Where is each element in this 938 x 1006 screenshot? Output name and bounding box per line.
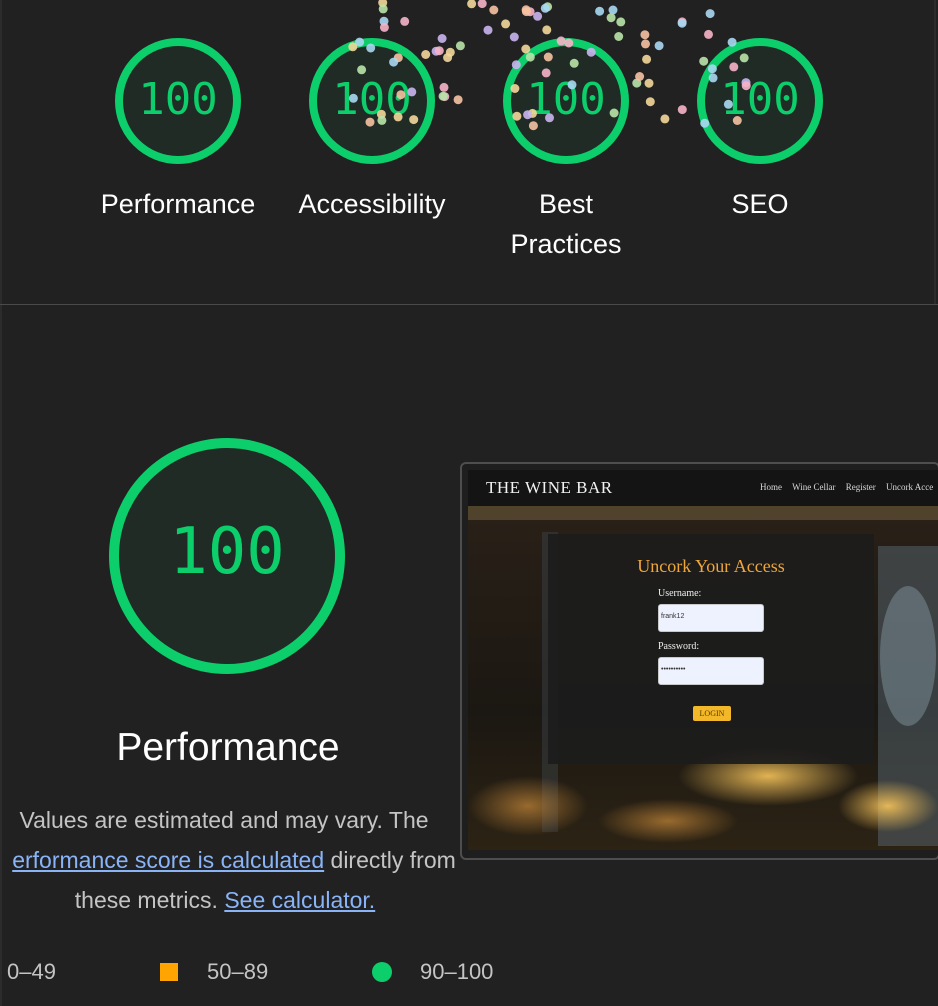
confetti-dot xyxy=(489,5,499,15)
confetti-dot xyxy=(379,22,389,32)
confetti-dot xyxy=(477,0,487,9)
description-text: directly from xyxy=(324,847,456,873)
gauge-label-best-practices[interactable]: Best Practices xyxy=(466,184,666,264)
legend-average: 50–89 xyxy=(207,958,307,986)
confetti-dot xyxy=(379,16,389,26)
confetti-dot xyxy=(455,41,465,51)
main-gauge-score: 100 xyxy=(169,515,285,589)
confetti-dot xyxy=(378,4,388,14)
gauge-score: 100 xyxy=(138,74,218,125)
final-screenshot: THE WINE BAR Home Wine Cellar Register U… xyxy=(468,470,938,850)
performance-title: Performance xyxy=(116,726,340,769)
confetti-dot xyxy=(632,78,642,88)
confetti-dot xyxy=(521,7,531,17)
confetti-dot xyxy=(641,39,650,49)
site-nav-links: Home Wine Cellar Register Uncork Acce xyxy=(760,482,938,492)
confetti-dot xyxy=(445,47,455,57)
password-field: •••••••••• xyxy=(658,657,764,685)
description-line: erformance score is calculated directly … xyxy=(0,840,468,880)
label-line: Practices xyxy=(510,229,622,259)
confetti-dot xyxy=(378,0,388,8)
username-field: frank12 xyxy=(658,604,764,632)
gauge-score: 100 xyxy=(720,74,800,125)
confetti-dot xyxy=(521,5,531,15)
confetti-dot xyxy=(644,78,654,88)
performance-gauge[interactable]: 100 xyxy=(113,36,243,166)
legend-pass: 90–100 xyxy=(420,958,520,986)
site-brand: THE WINE BAR xyxy=(486,478,613,497)
confetti-dot xyxy=(642,54,652,64)
confetti-dot xyxy=(525,7,535,17)
gauge-label-accessibility[interactable]: Accessibility xyxy=(272,184,472,224)
performance-description: Values are estimated and may vary. The e… xyxy=(0,800,468,920)
confetti-dot xyxy=(595,6,605,16)
nav-link-wine-cellar: Wine Cellar xyxy=(792,482,836,492)
section-divider xyxy=(0,304,938,305)
nav-link-home: Home xyxy=(760,482,782,492)
confetti-dot xyxy=(677,18,687,28)
site-navbar: THE WINE BAR Home Wine Cellar Register U… xyxy=(468,470,938,506)
confetti-dot xyxy=(606,13,616,23)
legend-fail-range: 0–49 xyxy=(7,959,56,984)
main-performance-gauge: 100 xyxy=(106,435,348,677)
confetti-dot xyxy=(501,19,511,29)
best-practices-gauge[interactable]: 100 xyxy=(501,36,631,166)
confetti-dot xyxy=(645,97,655,107)
right-border xyxy=(934,0,936,305)
confetti-dot xyxy=(443,53,453,63)
confetti-dot xyxy=(533,11,543,21)
confetti-dot xyxy=(438,91,448,101)
legend-fail: 0–49 xyxy=(7,958,87,986)
password-label: Password: xyxy=(658,641,700,652)
gauge-score: 100 xyxy=(526,74,606,125)
confetti-dot xyxy=(540,3,550,13)
confetti-dot xyxy=(660,114,670,124)
circle-pass-icon xyxy=(372,962,392,982)
gauge-label-seo[interactable]: SEO xyxy=(660,184,860,224)
login-card: Uncork Your Access Username: frank12 Pas… xyxy=(548,534,874,764)
confetti-dot xyxy=(439,82,449,92)
confetti-dot xyxy=(640,30,650,40)
description-line: Values are estimated and may vary. The xyxy=(19,807,429,833)
confetti-dot xyxy=(440,92,450,102)
confetti-dot xyxy=(542,25,552,35)
legend-average-range: 50–89 xyxy=(207,959,269,984)
description-line: these metrics. See calculator. xyxy=(0,880,468,920)
confetti-dot xyxy=(400,16,410,26)
login-title: Uncork Your Access xyxy=(637,556,785,576)
username-label: Username: xyxy=(658,588,702,599)
accessibility-gauge[interactable]: 100 xyxy=(307,36,437,166)
confetti-dot xyxy=(453,95,463,105)
confetti-dot xyxy=(608,5,618,15)
login-button: LOGIN xyxy=(693,706,731,721)
see-calculator-link[interactable]: See calculator. xyxy=(224,887,375,913)
confetti-dot xyxy=(543,2,553,12)
gauge-score: 100 xyxy=(332,74,412,125)
confetti-dot xyxy=(654,41,664,51)
confetti-dot xyxy=(616,17,626,27)
score-calculated-link[interactable]: erformance score is calculated xyxy=(12,847,324,873)
confetti-dot xyxy=(705,9,715,19)
seo-gauge[interactable]: 100 xyxy=(695,36,825,166)
confetti-dot xyxy=(467,0,477,9)
nav-link-uncork: Uncork Acce xyxy=(885,482,934,492)
nav-link-register: Register xyxy=(845,482,876,492)
confetti-dot xyxy=(437,34,447,43)
confetti-dot xyxy=(677,105,687,115)
gauge-label-performance[interactable]: Performance xyxy=(78,184,278,224)
confetti-dot xyxy=(635,72,645,81)
confetti-dot xyxy=(483,25,493,35)
description-text: these metrics. xyxy=(74,887,225,913)
confetti-dot xyxy=(677,17,687,27)
legend-pass-range: 90–100 xyxy=(420,959,494,984)
square-average-icon xyxy=(160,963,178,981)
label-line: Best xyxy=(538,189,594,219)
